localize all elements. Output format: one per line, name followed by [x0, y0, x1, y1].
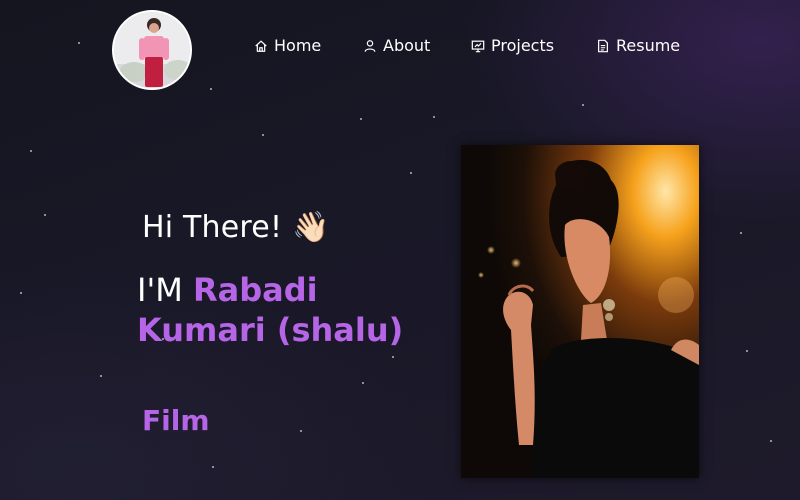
nav-projects[interactable]: Projects	[471, 36, 554, 55]
nav-home[interactable]: Home	[254, 36, 321, 55]
greeting: Hi There! 👋🏻	[142, 210, 330, 245]
document-icon	[598, 39, 608, 52]
nav-projects-label: Projects	[491, 36, 555, 55]
nav-about-label: About	[383, 36, 431, 55]
nav-resume[interactable]: Resume	[596, 36, 680, 55]
typewriter-role: Film	[142, 404, 210, 437]
nav-about[interactable]: About	[363, 36, 430, 55]
portrait-photo	[461, 145, 699, 478]
intro-heading: I'M Rabadi Kumari (shalu)	[137, 270, 457, 350]
nav-resume-label: Resume	[616, 36, 681, 55]
greeting-text: Hi There!	[142, 210, 283, 245]
intro-prefix: I'M	[137, 271, 194, 309]
hero-photo	[461, 145, 699, 478]
home-icon	[255, 40, 267, 52]
nav-home-label: Home	[274, 36, 322, 55]
main-navigation: Home About Projects Resume	[0, 36, 800, 60]
user-icon	[364, 39, 376, 52]
projects-icon	[471, 40, 485, 52]
waving-hand-icon: 👋🏻	[292, 209, 330, 245]
